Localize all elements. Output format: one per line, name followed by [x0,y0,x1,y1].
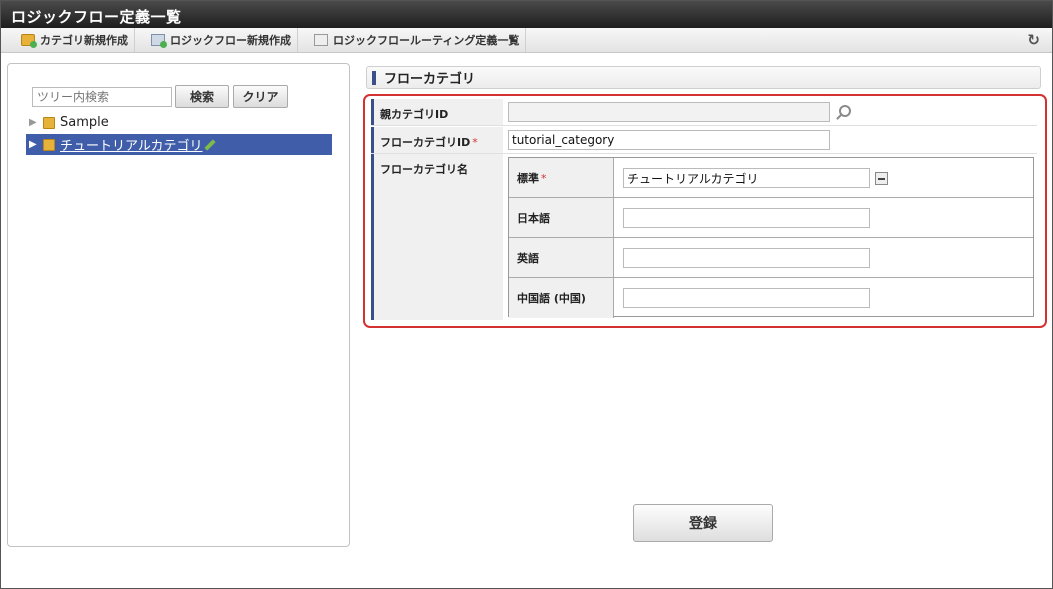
name-row-label: 標準 * [509,158,614,197]
name-label-default: 標準 [517,172,539,185]
minus-icon[interactable] [875,172,888,185]
name-row-chinese: 中国語 (中国) [509,278,1033,318]
name-row-english: 英語 [509,238,1033,278]
required-mark: * [541,172,547,185]
new-flow-label: ロジックフロー新規作成 [170,34,291,47]
routing-list-icon [314,34,328,46]
section-header: フローカテゴリ [366,66,1041,89]
tree-search-input[interactable] [32,87,172,107]
parent-category-row: 親カテゴリID [371,99,1037,126]
tree-panel: 検索 クリア ▶ Sample ▶ チュートリアルカテゴリ [7,63,350,547]
section-title: フローカテゴリ [384,72,476,87]
folder-icon [43,116,55,129]
name-label-english: 英語 [517,252,539,265]
refresh-icon[interactable]: ↻ [1027,31,1040,49]
name-input-default[interactable] [623,168,870,188]
tree-search-button[interactable]: 検索 [175,85,229,108]
parent-category-label-text: 親カテゴリID [380,108,449,121]
tree-node-label: Sample [60,115,109,130]
toolbar: カテゴリ新規作成 ロジックフロー新規作成 ロジックフロールーティング定義一覧 ↻ [1,28,1052,53]
category-name-label-text: フローカテゴリ名 [380,163,468,176]
tree-node-tutorial-category[interactable]: ▶ チュートリアルカテゴリ [26,134,332,155]
new-category-label: カテゴリ新規作成 [40,34,128,47]
localized-name-table: 標準* 日本語 英語 中国語 (中国) [508,157,1034,318]
new-flow-icon [151,34,167,48]
name-row-default: 標準 * [509,158,1033,198]
folder-icon [43,138,55,151]
category-id-label-text: フローカテゴリID [380,136,471,149]
category-id-input[interactable] [508,130,830,150]
name-row-japanese: 日本語 [509,198,1033,238]
new-flow-button[interactable]: ロジックフロー新規作成 [145,28,298,52]
parent-category-input[interactable] [508,102,830,122]
category-id-label: フローカテゴリID * [371,127,503,153]
tree-node-label: チュートリアルカテゴリ [60,139,203,154]
expand-arrow-icon[interactable]: ▶ [29,139,43,150]
edit-pencil-icon [204,138,217,151]
expand-arrow-icon[interactable]: ▶ [29,117,43,128]
window-title: ロジックフロー定義一覧 [1,1,1052,28]
parent-category-label: 親カテゴリID [371,99,503,125]
routing-list-label: ロジックフロールーティング定義一覧 [333,34,520,47]
name-row-label: 中国語 (中国) [509,278,614,318]
new-category-button[interactable]: カテゴリ新規作成 [15,28,135,52]
required-mark: * [472,136,478,149]
name-label-japanese: 日本語 [517,212,550,225]
routing-list-button[interactable]: ロジックフロールーティング定義一覧 [308,28,527,52]
name-row-label: 英語 [509,238,614,277]
category-id-row: フローカテゴリID * [371,127,1037,154]
name-row-label: 日本語 [509,198,614,237]
name-input-english[interactable] [623,248,870,268]
section-marker [372,70,376,85]
new-category-icon [21,34,37,48]
register-button[interactable]: 登録 [633,504,773,542]
name-input-chinese[interactable] [623,288,870,308]
tree-node-sample[interactable]: ▶ Sample [26,112,332,133]
search-icon[interactable] [839,105,851,117]
tree-clear-button[interactable]: クリア [233,85,288,108]
category-name-label: フローカテゴリ名 [371,154,503,320]
name-input-japanese[interactable] [623,208,870,228]
name-label-chinese: 中国語 (中国) [517,292,586,305]
app-window: ロジックフロー定義一覧 カテゴリ新規作成 ロジックフロー新規作成 ロジックフロー… [0,0,1053,589]
